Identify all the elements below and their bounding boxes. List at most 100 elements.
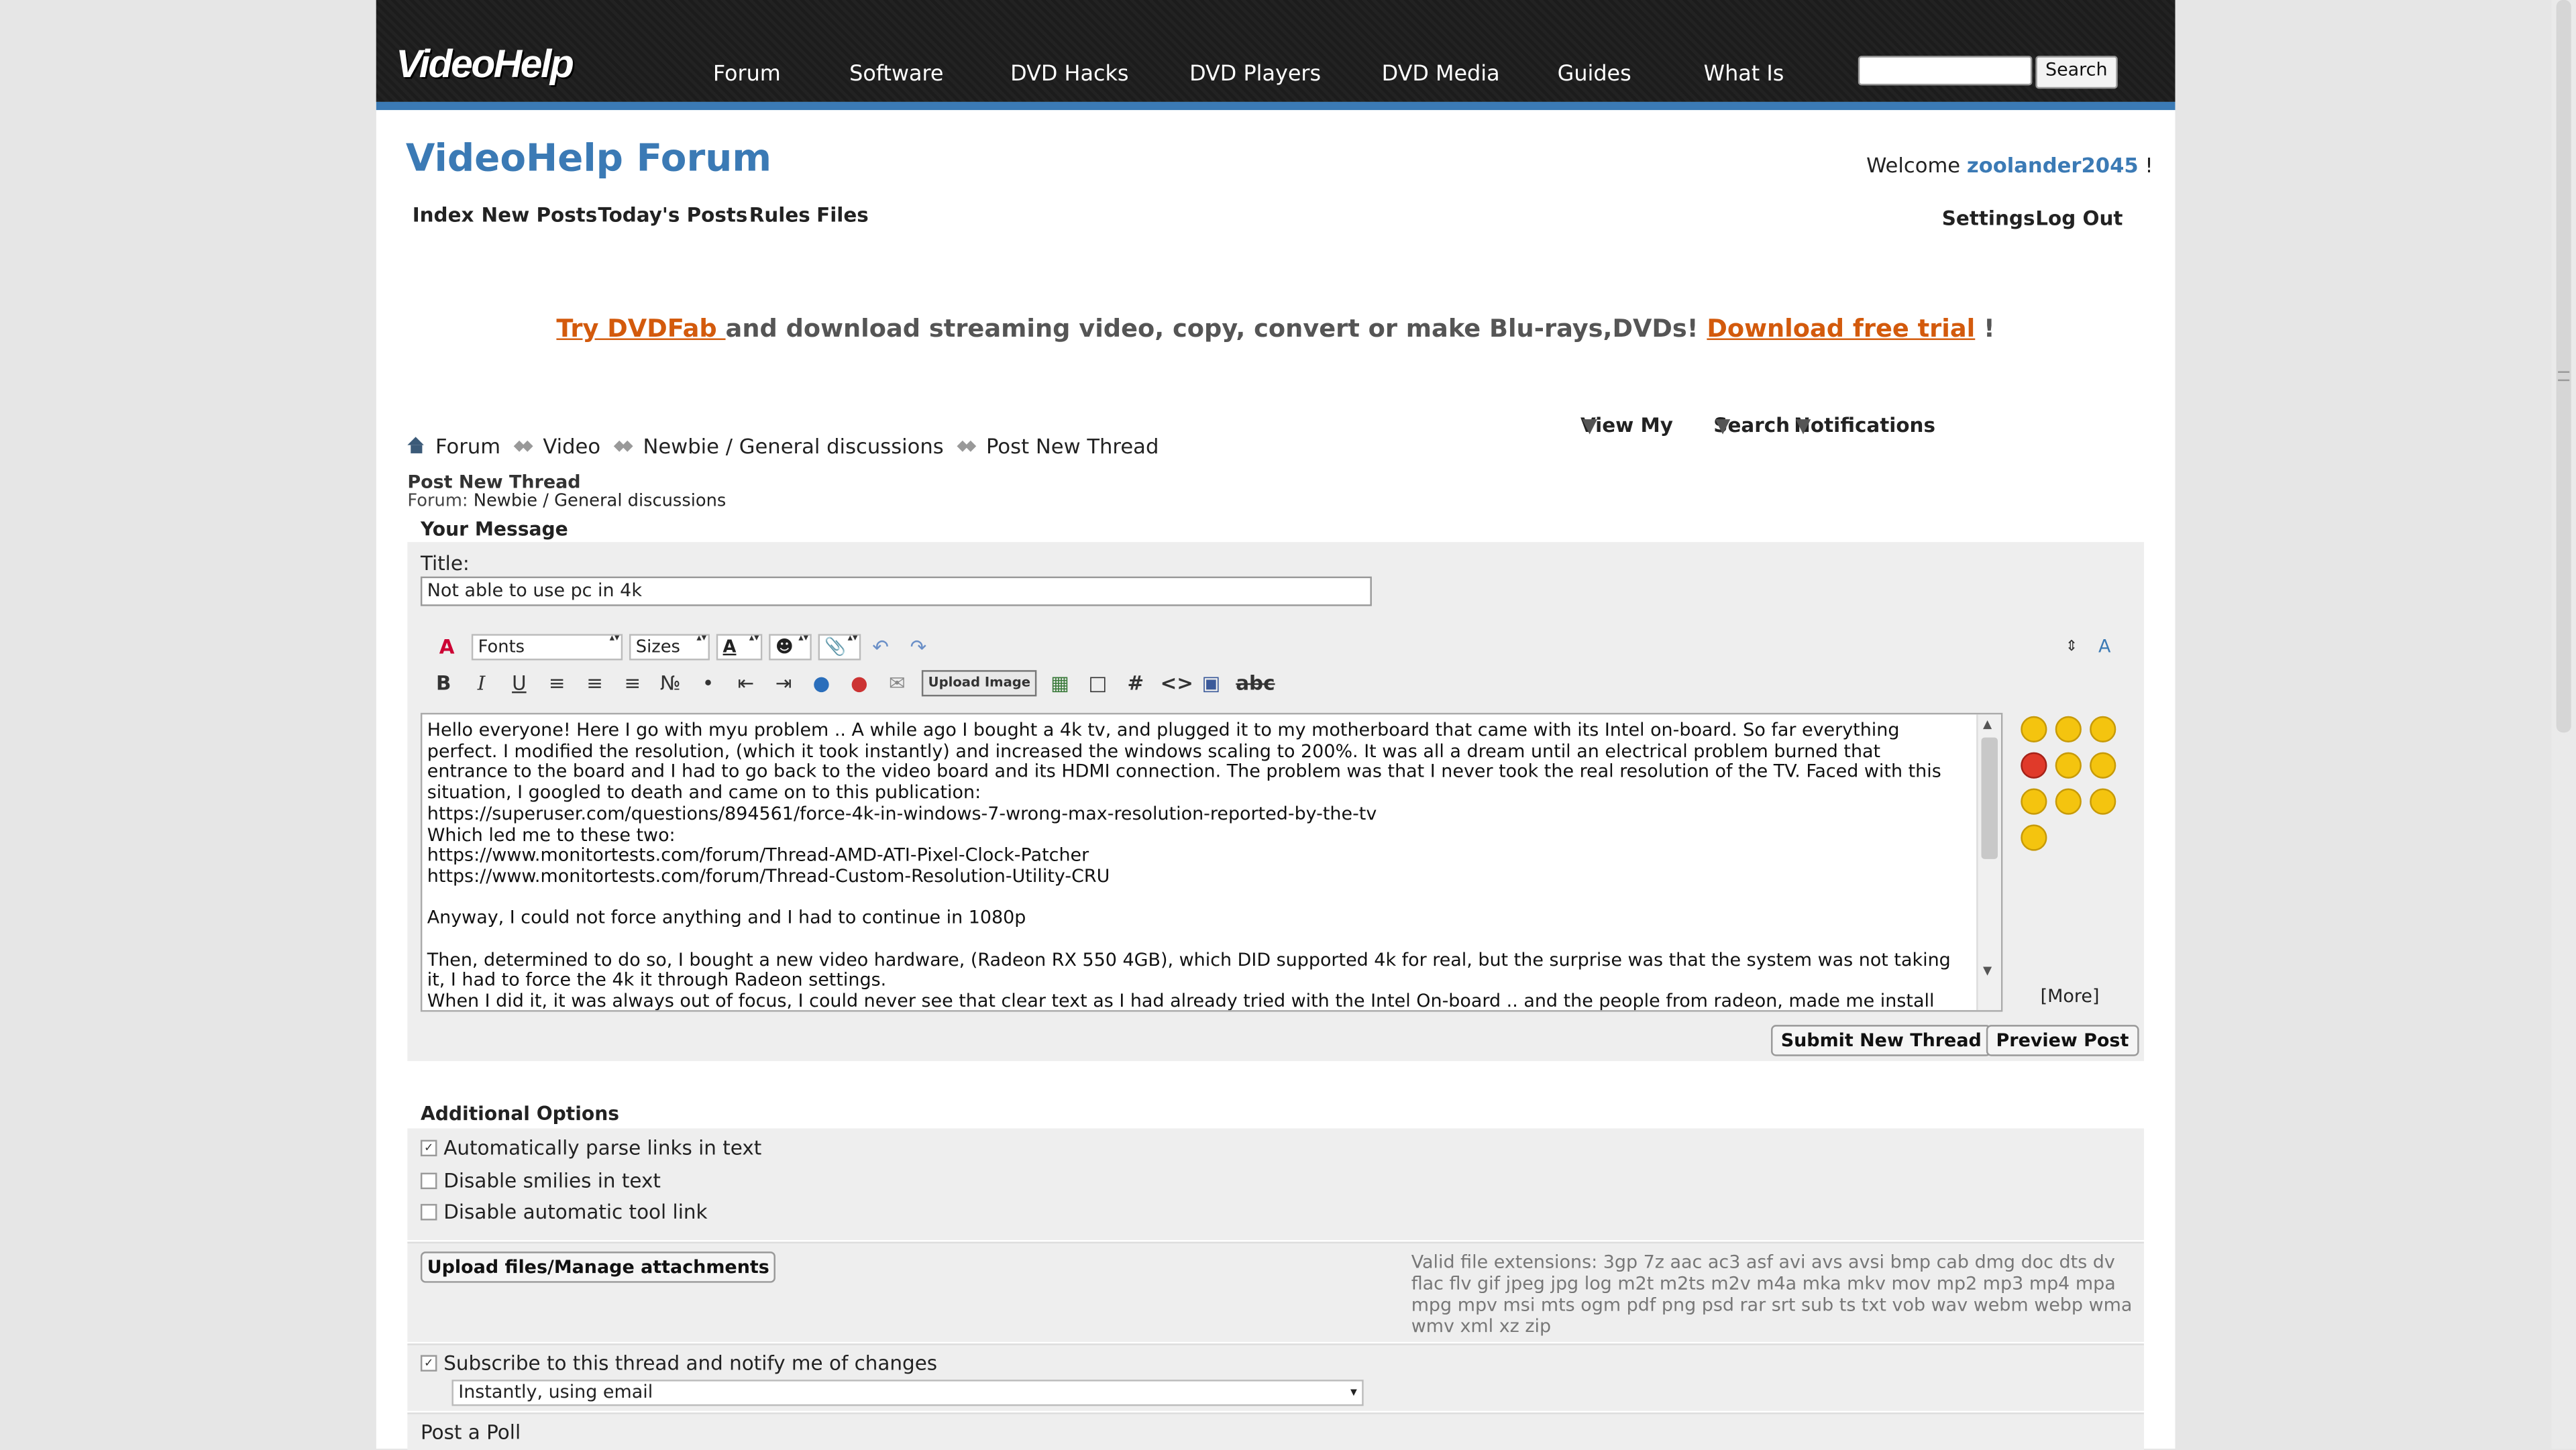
unordered-list-icon[interactable]: • <box>695 670 721 696</box>
notification-mode-select[interactable]: Instantly, using email <box>451 1380 1364 1406</box>
checkbox[interactable] <box>420 1172 437 1190</box>
option-disable-smilies[interactable]: Disable smilies in text <box>420 1170 661 1192</box>
sad-icon[interactable] <box>2090 716 2116 742</box>
valid-extensions-text: Valid file extensions: 3gp 7z aac ac3 as… <box>1411 1251 2133 1337</box>
remove-link-icon[interactable]: ● <box>846 670 872 696</box>
bold-icon[interactable]: B <box>431 670 457 696</box>
forum-title[interactable]: VideoHelp Forum <box>406 138 771 181</box>
tongue-icon[interactable] <box>2055 752 2082 779</box>
title-input[interactable]: Not able to use pc in 4k <box>420 576 1372 606</box>
code-icon[interactable]: <> <box>1161 670 1193 696</box>
nav-dvd-players[interactable]: DVD Players <box>1189 62 1321 87</box>
submit-new-thread-button[interactable]: Submit New Thread <box>1771 1025 1992 1056</box>
breadcrumb-forum[interactable]: Forum <box>435 434 500 459</box>
message-text[interactable]: Hello everyone! Here I go with myu probl… <box>427 720 1964 1010</box>
rolleyes-icon[interactable] <box>2090 788 2116 815</box>
video-icon[interactable]: ▦ <box>1047 670 1073 696</box>
strikethrough-icon[interactable]: abc <box>1236 670 1275 696</box>
email-icon[interactable]: ✉ <box>884 670 910 696</box>
editor-scroll-thumb[interactable] <box>1981 737 1998 859</box>
message-editor[interactable]: Hello everyone! Here I go with myu probl… <box>420 712 2003 1012</box>
scroll-down-icon[interactable]: ▼ <box>1983 964 1992 978</box>
resize-icon[interactable]: ⇕ <box>2059 634 2085 660</box>
site-logo[interactable]: VideoHelp <box>396 43 574 89</box>
php-icon[interactable]: ▣ <box>1198 670 1224 696</box>
editor-toolbar-row1: A Fonts Sizes A ☻ 📎 ↶ ↷ <box>434 632 943 661</box>
logout-link[interactable]: Log Out <box>2035 207 2123 230</box>
align-left-icon[interactable]: ≡ <box>544 670 570 696</box>
nav-software[interactable]: Software <box>849 62 943 87</box>
align-right-icon[interactable]: ≡ <box>619 670 645 696</box>
ordered-list-icon[interactable]: № <box>657 670 684 696</box>
editor-toolbar-row2: B I U ≡ ≡ ≡ № • ⇤ ⇥ ● ● ✉ Upload Image ▦… <box>431 670 1275 697</box>
editor-scrollbar[interactable]: ▲ ▼ <box>1976 714 2001 1011</box>
nav-what-is[interactable]: What Is <box>1704 62 1784 87</box>
nav-dvd-hacks[interactable]: DVD Hacks <box>1010 62 1128 87</box>
smile-icon[interactable] <box>2021 716 2047 742</box>
post-poll-label[interactable]: Post a Poll <box>421 1420 521 1443</box>
checkbox[interactable] <box>420 1204 437 1221</box>
promo-link-trial[interactable]: Download free trial <box>1707 314 1975 343</box>
eek-icon[interactable] <box>2055 788 2082 815</box>
text-color-icon[interactable]: A <box>716 632 763 661</box>
nav-guides[interactable]: Guides <box>1558 62 1631 87</box>
redo-icon[interactable]: ↷ <box>905 634 931 660</box>
breadcrumb-newbie[interactable]: Newbie / General discussions <box>643 434 943 459</box>
sizes-select[interactable]: Sizes <box>629 632 710 661</box>
page-container: VideoHelp Forum Software DVD Hacks DVD P… <box>376 0 2176 1450</box>
fonts-select[interactable]: Fonts <box>471 632 623 661</box>
option-disable-tool-link[interactable]: Disable automatic tool link <box>420 1201 708 1224</box>
home-icon[interactable] <box>407 437 425 455</box>
promo-text: and download streaming video, copy, conv… <box>725 313 1707 343</box>
additional-options-heading: Additional Options <box>420 1102 620 1125</box>
switch-editor-mode-icon[interactable]: A <box>2092 634 2118 660</box>
page-scrollbar[interactable] <box>2551 0 2576 1449</box>
your-message-heading: Your Message <box>420 517 568 541</box>
breadcrumb-separator-icon: ◆◆ <box>613 437 633 455</box>
username-link[interactable]: zoolander2045 <box>1967 153 2139 178</box>
outdent-icon[interactable]: ⇤ <box>733 670 759 696</box>
attachment-icon[interactable]: 📎 <box>818 632 861 661</box>
nav-files[interactable]: Files <box>816 204 869 227</box>
nav-index[interactable]: Index <box>413 204 474 227</box>
quote-icon[interactable]: □ <box>1085 670 1111 696</box>
site-search-button[interactable]: Search <box>2035 56 2118 89</box>
promo-link-dvdfab[interactable]: Try DVDFab <box>556 314 725 343</box>
more-smilies-link[interactable]: [More] <box>2041 985 2100 1007</box>
nav-forum[interactable]: Forum <box>713 62 781 87</box>
preview-post-button[interactable]: Preview Post <box>1986 1025 2139 1056</box>
site-search-input[interactable] <box>1858 56 2033 86</box>
frown-icon[interactable] <box>2055 716 2082 742</box>
biggrin-icon[interactable] <box>2021 788 2047 815</box>
scroll-up-icon[interactable]: ▲ <box>1983 718 1992 731</box>
subscribe-label: Subscribe to this thread and notify me o… <box>443 1351 938 1375</box>
cool-icon[interactable] <box>2021 824 2047 851</box>
post-poll-section: Post a Poll <box>407 1412 2144 1450</box>
title-label: Title: <box>420 551 470 575</box>
nav-dvd-media[interactable]: DVD Media <box>1382 62 1500 87</box>
breadcrumb-video[interactable]: Video <box>543 434 600 459</box>
wink-icon[interactable] <box>2090 752 2116 779</box>
upload-files-button[interactable]: Upload files/Manage attachments <box>420 1251 776 1283</box>
insert-link-icon[interactable]: ● <box>808 670 835 696</box>
hash-icon[interactable]: # <box>1122 670 1148 696</box>
upload-image-button[interactable]: Upload Image <box>921 670 1037 697</box>
indent-icon[interactable]: ⇥ <box>771 670 797 696</box>
nav-todays-posts[interactable]: Today's Posts <box>598 204 747 227</box>
nav-rules[interactable]: Rules <box>749 204 810 227</box>
page-scroll-thumb[interactable] <box>2556 0 2571 733</box>
chevron-down-icon: ▼ <box>1795 414 1811 437</box>
nav-new-posts[interactable]: New Posts <box>482 204 598 227</box>
settings-link[interactable]: Settings <box>1942 207 2035 230</box>
option-subscribe[interactable]: ✓ Subscribe to this thread and notify me… <box>420 1351 938 1375</box>
mad-icon[interactable] <box>2021 752 2047 779</box>
checkbox-checked[interactable]: ✓ <box>420 1139 437 1157</box>
underline-icon[interactable]: U <box>506 670 532 696</box>
italic-icon[interactable]: I <box>468 670 494 696</box>
option-parse-links[interactable]: ✓ Automatically parse links in text <box>420 1137 761 1160</box>
undo-icon[interactable]: ↶ <box>867 634 894 660</box>
smiley-picker-icon[interactable]: ☻ <box>769 632 812 661</box>
align-center-icon[interactable]: ≡ <box>582 670 608 696</box>
remove-format-icon[interactable]: A <box>434 634 460 660</box>
checkbox-checked[interactable]: ✓ <box>420 1355 437 1372</box>
